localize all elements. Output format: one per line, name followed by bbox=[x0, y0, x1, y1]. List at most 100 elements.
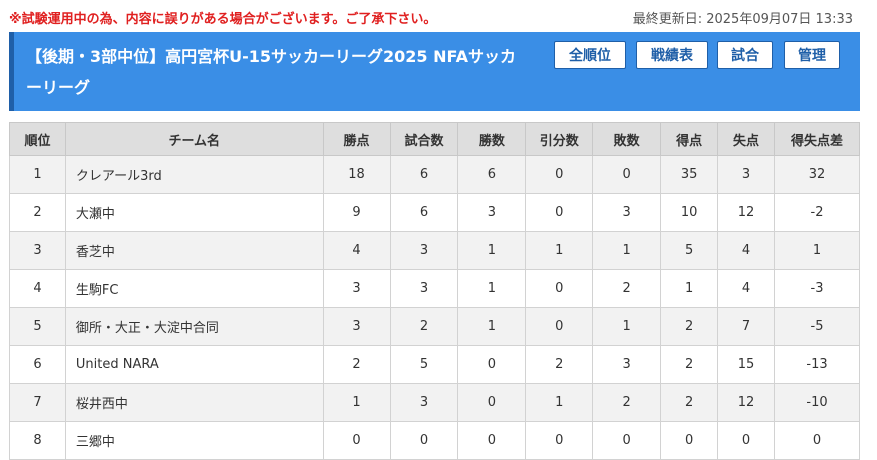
goal-diff-cell: 1 bbox=[774, 231, 860, 270]
points-cell: 3 bbox=[322, 307, 391, 346]
wins-cell: 0 bbox=[457, 383, 527, 422]
goal-diff-cell: -2 bbox=[774, 193, 860, 232]
team-cell: 桜井西中 bbox=[64, 383, 324, 422]
team-cell: 生駒FC bbox=[64, 269, 324, 308]
goals-against-cell: 12 bbox=[717, 383, 776, 422]
col-losses-header: 敗数 bbox=[592, 122, 662, 156]
draws-cell: 0 bbox=[525, 269, 594, 308]
rank-cell: 2 bbox=[9, 193, 66, 232]
goal-diff-cell: -3 bbox=[774, 269, 860, 308]
goals-for-cell: 2 bbox=[660, 383, 719, 422]
wins-cell: 1 bbox=[457, 231, 527, 270]
top-bar: ※試験運用中の為、内容に誤りがある場合がございます。ご了承下さい。 最終更新日:… bbox=[0, 0, 877, 32]
col-goals-for-header: 得点 bbox=[660, 122, 719, 156]
played-cell: 2 bbox=[389, 307, 459, 346]
rank-cell: 4 bbox=[9, 269, 66, 308]
goals-for-cell: 0 bbox=[660, 421, 719, 460]
played-cell: 6 bbox=[389, 193, 459, 232]
draws-cell: 0 bbox=[525, 421, 594, 460]
goals-for-cell: 10 bbox=[660, 193, 719, 232]
goals-against-cell: 12 bbox=[717, 193, 776, 232]
team-cell: 御所・大正・大淀中合同 bbox=[64, 307, 324, 346]
goal-diff-cell: -10 bbox=[774, 383, 860, 422]
goals-for-cell: 2 bbox=[660, 345, 719, 384]
league-header: 【後期・3部中位】高円宮杯U-15サッカーリーグ2025 NFAサッカーリーグ … bbox=[9, 32, 860, 111]
col-goals-against-header: 失点 bbox=[717, 122, 776, 156]
wins-cell: 1 bbox=[457, 269, 527, 308]
rank-cell: 3 bbox=[9, 231, 66, 270]
goal-diff-cell: 32 bbox=[774, 155, 860, 194]
last-updated: 最終更新日: 2025年09月07日 13:33 bbox=[632, 12, 853, 27]
col-draws-header: 引分数 bbox=[525, 122, 594, 156]
draws-cell: 2 bbox=[525, 345, 594, 384]
table-header-row: 順位 チーム名 勝点 試合数 勝数 引分数 敗数 得点 失点 得失点差 bbox=[9, 122, 860, 156]
table-row: 2 大瀬中 9 6 3 0 3 10 12 -2 bbox=[9, 193, 860, 232]
table-row: 6 United NARA 2 5 0 2 3 2 15 -13 bbox=[9, 345, 860, 384]
col-team-header: チーム名 bbox=[64, 122, 324, 156]
nav-results-table-button[interactable]: 戦績表 bbox=[636, 41, 708, 69]
trial-notice: ※試験運用中の為、内容に誤りがある場合がございます。ご了承下さい。 bbox=[9, 12, 437, 27]
col-goal-diff-header: 得失点差 bbox=[774, 122, 860, 156]
team-cell: 香芝中 bbox=[64, 231, 324, 270]
goals-against-cell: 15 bbox=[717, 345, 776, 384]
goals-against-cell: 7 bbox=[717, 307, 776, 346]
losses-cell: 1 bbox=[592, 231, 662, 270]
goals-against-cell: 3 bbox=[717, 155, 776, 194]
losses-cell: 0 bbox=[592, 421, 662, 460]
col-rank-header: 順位 bbox=[9, 122, 66, 156]
goals-against-cell: 4 bbox=[717, 269, 776, 308]
nav-admin-button[interactable]: 管理 bbox=[784, 41, 840, 69]
nav-all-rankings-button[interactable]: 全順位 bbox=[554, 41, 626, 69]
goal-diff-cell: -5 bbox=[774, 307, 860, 346]
played-cell: 0 bbox=[389, 421, 459, 460]
team-cell: 大瀬中 bbox=[64, 193, 324, 232]
points-cell: 0 bbox=[322, 421, 391, 460]
wins-cell: 0 bbox=[457, 421, 527, 460]
points-cell: 18 bbox=[322, 155, 391, 194]
table-row: 4 生駒FC 3 3 1 0 2 1 4 -3 bbox=[9, 269, 860, 308]
rank-cell: 1 bbox=[9, 155, 66, 194]
col-wins-header: 勝数 bbox=[457, 122, 527, 156]
wins-cell: 6 bbox=[457, 155, 527, 194]
played-cell: 5 bbox=[389, 345, 459, 384]
goals-for-cell: 2 bbox=[660, 307, 719, 346]
team-cell: 三郷中 bbox=[64, 421, 324, 460]
played-cell: 3 bbox=[389, 231, 459, 270]
table-row: 7 桜井西中 1 3 0 1 2 2 12 -10 bbox=[9, 383, 860, 422]
losses-cell: 0 bbox=[592, 155, 662, 194]
team-cell: United NARA bbox=[64, 345, 324, 384]
table-row: 5 御所・大正・大淀中合同 3 2 1 0 1 2 7 -5 bbox=[9, 307, 860, 346]
played-cell: 3 bbox=[389, 269, 459, 308]
goals-for-cell: 35 bbox=[660, 155, 719, 194]
goals-against-cell: 0 bbox=[717, 421, 776, 460]
played-cell: 6 bbox=[389, 155, 459, 194]
losses-cell: 3 bbox=[592, 193, 662, 232]
wins-cell: 3 bbox=[457, 193, 527, 232]
losses-cell: 1 bbox=[592, 307, 662, 346]
rank-cell: 8 bbox=[9, 421, 66, 460]
goals-against-cell: 4 bbox=[717, 231, 776, 270]
draws-cell: 0 bbox=[525, 155, 594, 194]
losses-cell: 3 bbox=[592, 345, 662, 384]
goal-diff-cell: -13 bbox=[774, 345, 860, 384]
rank-cell: 7 bbox=[9, 383, 66, 422]
table-row: 3 香芝中 4 3 1 1 1 5 4 1 bbox=[9, 231, 860, 270]
wins-cell: 1 bbox=[457, 307, 527, 346]
col-played-header: 試合数 bbox=[389, 122, 459, 156]
table-row: 1 クレアール3rd 18 6 6 0 0 35 3 32 bbox=[9, 155, 860, 194]
col-points-header: 勝点 bbox=[322, 122, 391, 156]
points-cell: 2 bbox=[322, 345, 391, 384]
points-cell: 4 bbox=[322, 231, 391, 270]
points-cell: 1 bbox=[322, 383, 391, 422]
standings-table: 順位 チーム名 勝点 試合数 勝数 引分数 敗数 得点 失点 得失点差 1 クレア… bbox=[9, 122, 860, 460]
nav-matches-button[interactable]: 試合 bbox=[717, 41, 773, 69]
losses-cell: 2 bbox=[592, 269, 662, 308]
goals-for-cell: 5 bbox=[660, 231, 719, 270]
wins-cell: 0 bbox=[457, 345, 527, 384]
points-cell: 3 bbox=[322, 269, 391, 308]
losses-cell: 2 bbox=[592, 383, 662, 422]
points-cell: 9 bbox=[322, 193, 391, 232]
team-cell: クレアール3rd bbox=[64, 155, 324, 194]
rank-cell: 5 bbox=[9, 307, 66, 346]
played-cell: 3 bbox=[389, 383, 459, 422]
